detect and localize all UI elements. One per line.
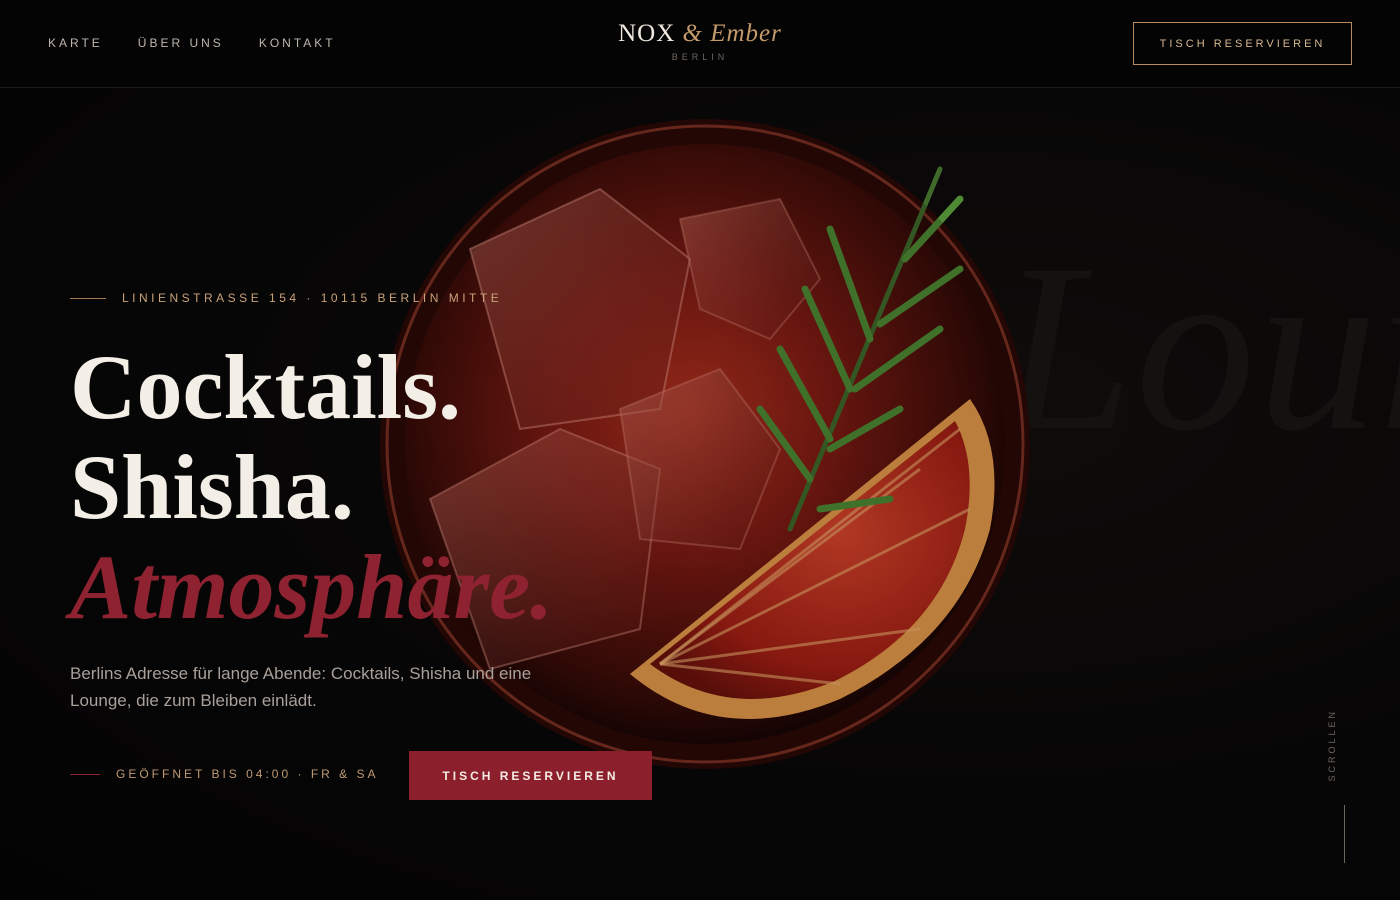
hero-lead-text: Berlins Adresse für lange Abende: Cockta… <box>70 664 532 710</box>
scroll-line <box>1344 805 1345 863</box>
site-header: KARTE ÜBER UNS KONTAKT NOX & Ember BERLI… <box>0 0 1400 88</box>
opening-hours: GEÖFFNET BIS 04:00 · FR & SA <box>70 767 379 781</box>
scroll-indicator[interactable]: SCROLLEN <box>1327 709 1360 899</box>
hero-reserve-button[interactable]: TISCH RESERVIEREN <box>409 751 652 800</box>
hours-text: GEÖFFNET BIS 04:00 · FR & SA <box>116 767 379 781</box>
address-rule <box>70 297 106 299</box>
headline-line-1: Cocktails. <box>70 336 461 438</box>
hero-headline: Cocktails. Shisha. Atmosphäre. <box>70 337 553 637</box>
address-line: LINIENSTRASSE 154 · 10115 BERLIN MITTE <box>70 291 502 305</box>
nav-link-kontakt[interactable]: KONTAKT <box>259 36 336 50</box>
brand-name-nox: NOX <box>618 20 676 47</box>
background-word: Lounge <box>1000 214 1400 480</box>
header-reserve-button[interactable]: TISCH RESERVIEREN <box>1133 22 1352 65</box>
address-text: LINIENSTRASSE 154 · 10115 BERLIN MITTE <box>122 291 503 305</box>
hours-rule <box>70 773 100 775</box>
brand-ampersand: & <box>682 20 703 47</box>
headline-line-3: Atmosphäre. <box>70 536 554 638</box>
brand-logo[interactable]: NOX & Ember BERLIN <box>560 20 840 62</box>
main-nav: KARTE ÜBER UNS KONTAKT <box>48 36 371 50</box>
scroll-label: SCROLLEN <box>1327 709 1337 782</box>
brand-name: NOX & Ember <box>560 20 840 48</box>
headline-line-2: Shisha. <box>70 436 354 538</box>
nav-link-ueber-uns[interactable]: ÜBER UNS <box>138 36 224 50</box>
hero-section: Lounge <box>0 89 1400 900</box>
nav-link-karte[interactable]: KARTE <box>48 36 103 50</box>
brand-city: BERLIN <box>671 52 729 62</box>
brand-name-ember: Ember <box>710 20 782 47</box>
